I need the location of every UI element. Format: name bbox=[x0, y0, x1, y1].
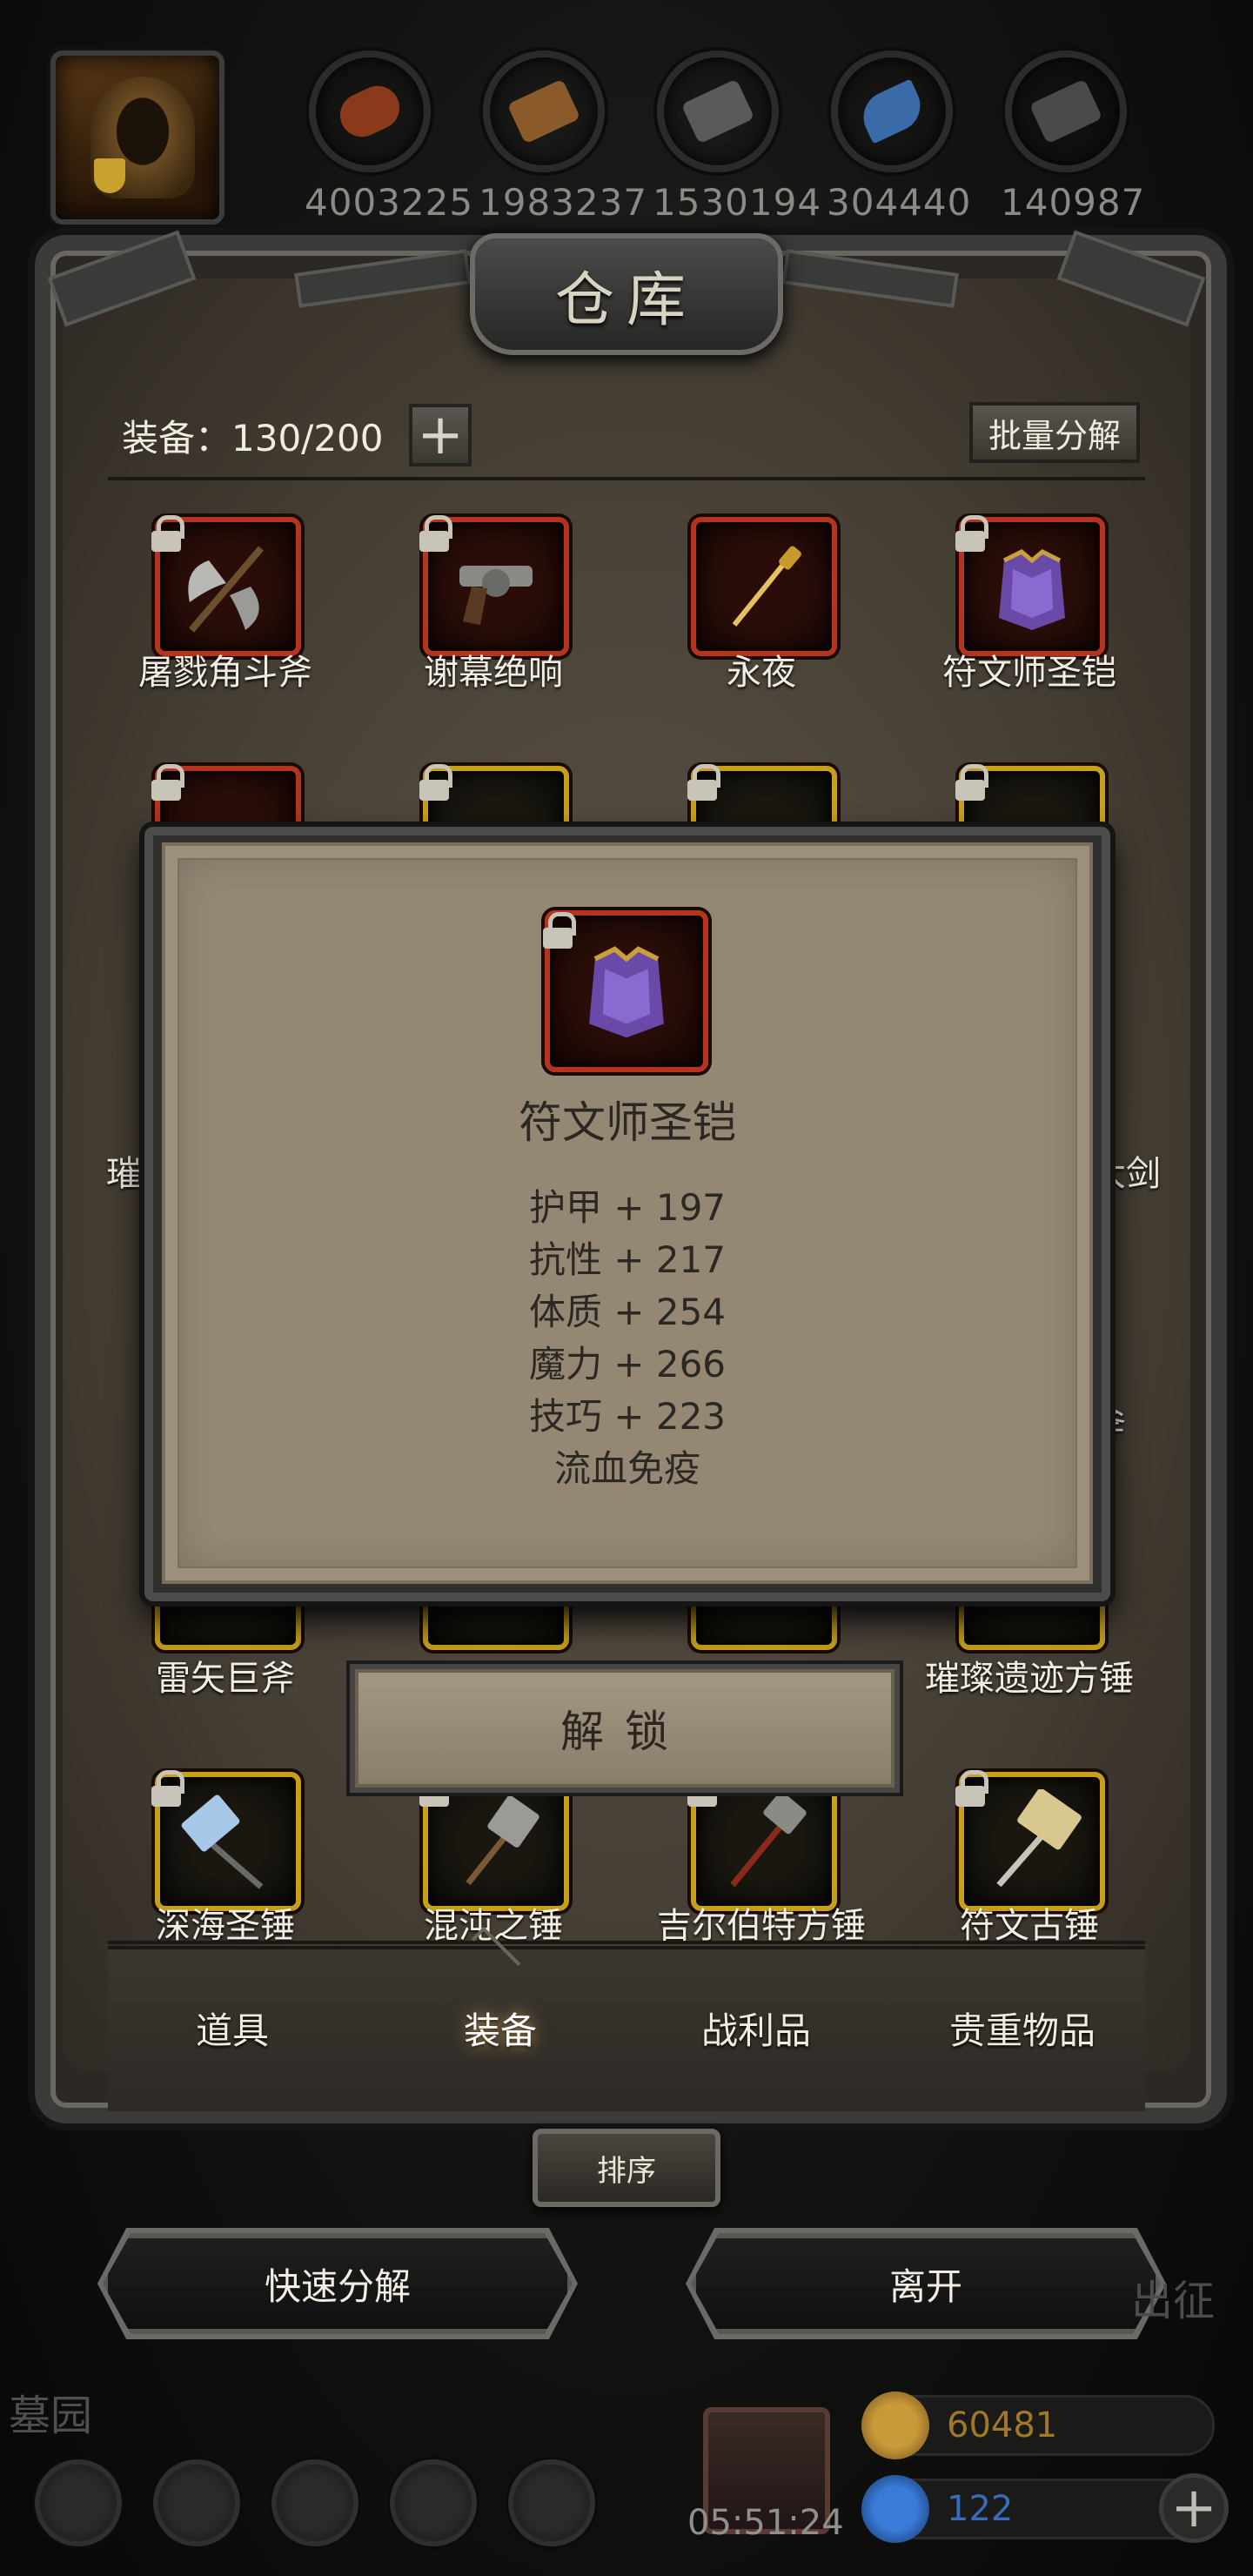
lock-icon bbox=[955, 1770, 988, 1807]
item-name: 璀 bbox=[106, 1154, 141, 1194]
lock-icon bbox=[419, 515, 452, 552]
stat-line: 护甲 + 197 bbox=[528, 1186, 727, 1229]
item-name: 雷矢巨斧 bbox=[156, 1659, 295, 1699]
lock-icon bbox=[955, 764, 988, 801]
resource-amount: 1530194 bbox=[653, 181, 822, 224]
item-name: 符文古锤 bbox=[960, 1906, 1099, 1941]
armor-icon bbox=[589, 946, 664, 1038]
battle-axe-icon bbox=[188, 546, 265, 633]
detail-item-name: 符文师圣铠 bbox=[519, 1097, 736, 1148]
war-hammer-icon bbox=[730, 1791, 807, 1888]
stat-line: 魔力 + 266 bbox=[528, 1343, 727, 1385]
lock-icon bbox=[151, 515, 184, 552]
shop-icon[interactable] bbox=[508, 2459, 595, 2546]
settings-icon[interactable] bbox=[35, 2459, 122, 2546]
lock-icon bbox=[687, 764, 720, 801]
lock-icon bbox=[543, 912, 576, 949]
tab-loot[interactable]: 战利品 bbox=[626, 2002, 886, 2055]
tab-items[interactable]: 道具 bbox=[103, 2002, 362, 2055]
item-name: 屠戮角斗斧 bbox=[138, 653, 312, 693]
mail-icon[interactable] bbox=[390, 2459, 477, 2546]
gem-amount: 122 bbox=[947, 2489, 1014, 2529]
revolver-icon bbox=[459, 566, 533, 625]
lock-icon bbox=[419, 764, 452, 801]
sort-button[interactable]: 排序 bbox=[533, 2129, 720, 2207]
war-hammer-icon bbox=[466, 1795, 539, 1886]
resource-stone[interactable]: 1530194 bbox=[653, 50, 822, 224]
divider bbox=[108, 1941, 1145, 1944]
dagger-icon bbox=[732, 546, 801, 627]
resource-iron[interactable]: 140987 bbox=[1001, 50, 1146, 224]
gold-amount: 60481 bbox=[947, 2405, 1058, 2445]
quick-dismantle-button[interactable]: 快速分解 bbox=[103, 2233, 573, 2334]
achievement-icon[interactable] bbox=[153, 2459, 240, 2546]
resource-amount: 4003225 bbox=[305, 181, 474, 224]
crystal-icon bbox=[831, 50, 953, 172]
lock-icon bbox=[151, 1770, 184, 1807]
add-gems-button[interactable]: + bbox=[1159, 2473, 1229, 2543]
stat-line: 流血免疫 bbox=[553, 1447, 700, 1490]
warehouse-title-plate: 仓库 bbox=[470, 233, 783, 355]
meat-icon bbox=[309, 50, 431, 172]
item-name: 永夜 bbox=[727, 653, 796, 693]
batch-dismantle-button[interactable]: 批量分解 bbox=[969, 402, 1140, 463]
gift-timer: 05:51:24 bbox=[687, 2503, 844, 2543]
resource-meat[interactable]: 4003225 bbox=[305, 50, 474, 224]
item-slot[interactable] bbox=[691, 517, 837, 656]
expedition-button[interactable]: 出征 bbox=[1131, 2266, 1215, 2327]
stat-line: 体质 + 254 bbox=[528, 1291, 727, 1333]
iron-icon bbox=[1005, 50, 1127, 172]
item-name: 谢幕绝响 bbox=[424, 653, 563, 693]
item-name: 璀璨遗迹方锤 bbox=[925, 1659, 1134, 1699]
add-capacity-button[interactable]: + bbox=[409, 404, 472, 466]
item-name: 混沌之锤 bbox=[424, 1906, 563, 1941]
resource-crystal[interactable]: 304440 bbox=[827, 50, 972, 224]
stone-icon bbox=[657, 50, 779, 172]
hero-portrait[interactable] bbox=[50, 50, 224, 225]
resource-amount: 304440 bbox=[827, 181, 972, 224]
resource-amount: 140987 bbox=[1001, 181, 1146, 224]
armor-icon bbox=[999, 549, 1065, 630]
stat-line: 抗性 + 217 bbox=[528, 1238, 727, 1281]
gem-icon bbox=[861, 2475, 929, 2543]
resource-wood[interactable]: 1983237 bbox=[479, 50, 648, 224]
war-hammer-icon bbox=[181, 1794, 264, 1889]
lock-icon bbox=[955, 515, 988, 552]
page-title: 仓库 bbox=[554, 265, 698, 335]
wood-icon bbox=[483, 50, 605, 172]
item-name: 符文师圣铠 bbox=[942, 653, 1116, 693]
unlock-button[interactable]: 解锁 bbox=[355, 1669, 895, 1788]
stat-line: 技巧 + 223 bbox=[528, 1395, 727, 1438]
resource-amount: 1983237 bbox=[479, 181, 648, 224]
divider bbox=[108, 477, 1145, 480]
gold-coin-icon bbox=[861, 2392, 929, 2459]
capacity-label: 装备：130/200 bbox=[122, 417, 384, 460]
trophy-icon bbox=[94, 158, 125, 193]
item-name: 吉尔伯特方锤 bbox=[657, 1906, 866, 1941]
lock-icon bbox=[151, 764, 184, 801]
map-icon[interactable] bbox=[271, 2459, 358, 2546]
zone-label: 墓园 bbox=[9, 2392, 93, 2440]
war-hammer-icon bbox=[996, 1789, 1082, 1888]
tab-equipment[interactable]: 装备 bbox=[371, 2002, 630, 2055]
tab-valuables[interactable]: 贵重物品 bbox=[893, 2002, 1152, 2055]
item-name: 深海圣锤 bbox=[156, 1906, 295, 1941]
leave-button[interactable]: 离开 bbox=[691, 2233, 1161, 2334]
